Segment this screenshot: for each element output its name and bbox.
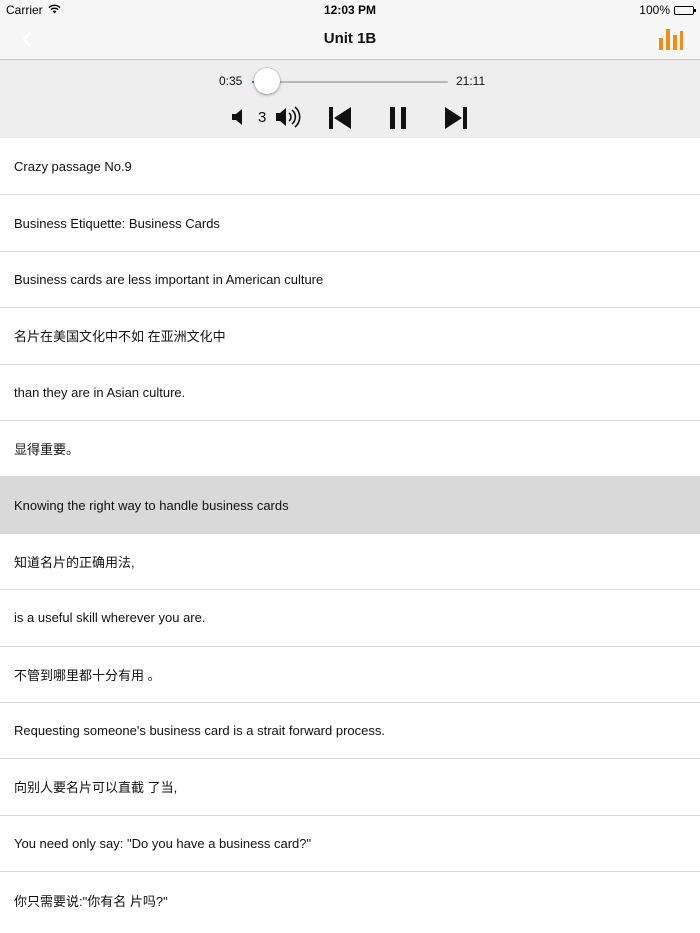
transcript-line[interactable]: Business cards are less important in Ame… [0, 251, 700, 309]
pause-icon [390, 107, 406, 129]
speaker-high-icon [276, 106, 301, 128]
transcript-line-active[interactable]: Knowing the right way to handle business… [0, 477, 700, 534]
transcript-line-text: 知道名片的正确用法, [14, 554, 135, 570]
transcript-line[interactable]: is a useful skill wherever you are. [0, 590, 700, 647]
transcript-line[interactable]: 不管到哪里都十分有用 。 [0, 646, 700, 703]
transcript-line[interactable]: 名片在美国文化中不如 在亚洲文化中 [0, 308, 700, 365]
volume-down-button[interactable] [231, 108, 247, 126]
transcript-list: Crazy passage No.9 Business Etiquette: Bu… [0, 139, 700, 929]
navigation-bar: Unit 1B [0, 20, 700, 60]
total-time: 21:11 [456, 74, 486, 88]
bar-chart-icon [659, 29, 683, 50]
statistics-button[interactable] [658, 26, 684, 52]
progress-slider-thumb[interactable] [254, 68, 280, 94]
battery-percent: 100% [639, 3, 670, 17]
transcript-line-text: than they are in Asian culture. [14, 384, 186, 400]
transcript-line-text: Knowing the right way to handle business… [14, 497, 289, 513]
next-button[interactable] [444, 106, 468, 130]
current-time: 0:35 [219, 74, 243, 88]
transcript-line[interactable]: Requesting someone's business card is a … [0, 702, 700, 760]
skip-next-icon [445, 107, 467, 129]
transcript-line-text: You need only say: "Do you have a busine… [14, 835, 312, 851]
battery-icon [674, 5, 696, 15]
skip-previous-icon [329, 107, 351, 129]
transcript-line[interactable]: Crazy passage No.9 [0, 139, 700, 196]
transcript-line[interactable]: 显得重要。 [0, 420, 700, 478]
transcript-line-text: Business Etiquette: Business Cards [14, 215, 220, 231]
battery-status: 100% [639, 3, 696, 17]
previous-button[interactable] [328, 106, 352, 130]
transcript-line[interactable]: You need only say: "Do you have a busine… [0, 815, 700, 873]
transcript-line[interactable]: Business Etiquette: Business Cards [0, 195, 700, 252]
transcript-line-text: is a useful skill wherever you are. [14, 610, 206, 626]
transcript-line-text: 名片在美国文化中不如 在亚洲文化中 [14, 329, 226, 345]
transcript-line[interactable]: 向别人要名片可以直截 了当, [0, 759, 700, 816]
transcript-line-text: 向别人要名片可以直截 了当, [14, 780, 178, 796]
status-time: 12:03 PM [323, 3, 377, 17]
status-bar: Carrier 12:03 PM 100% [0, 0, 700, 20]
transcript-line-text: Crazy passage No.9 [14, 159, 132, 175]
page-title: Unit 1B [323, 30, 377, 47]
transcript-line[interactable]: 知道名片的正确用法, [0, 533, 700, 591]
volume-up-button[interactable] [275, 104, 303, 130]
volume-level: 3 [258, 109, 267, 126]
audio-player: 0:35 21:11 3 [0, 60, 700, 138]
transcript-line[interactable]: 你只需要说:"你有名 片吗?" [0, 872, 700, 929]
transcript-line-text: 不管到哪里都十分有用 。 [14, 667, 161, 683]
transcript-line-text: 显得重要。 [14, 442, 80, 458]
pause-button[interactable] [388, 106, 408, 130]
transcript-line[interactable]: than they are in Asian culture. [0, 364, 700, 421]
speaker-low-icon [232, 109, 242, 125]
transcript-line-text: 你只需要说:"你有名 片吗?" [14, 893, 168, 909]
progress-slider[interactable] [252, 81, 448, 83]
transcript-line-text: Requesting someone's business card is a … [14, 723, 385, 739]
transcript-line-text: Business cards are less important in Ame… [14, 271, 324, 287]
